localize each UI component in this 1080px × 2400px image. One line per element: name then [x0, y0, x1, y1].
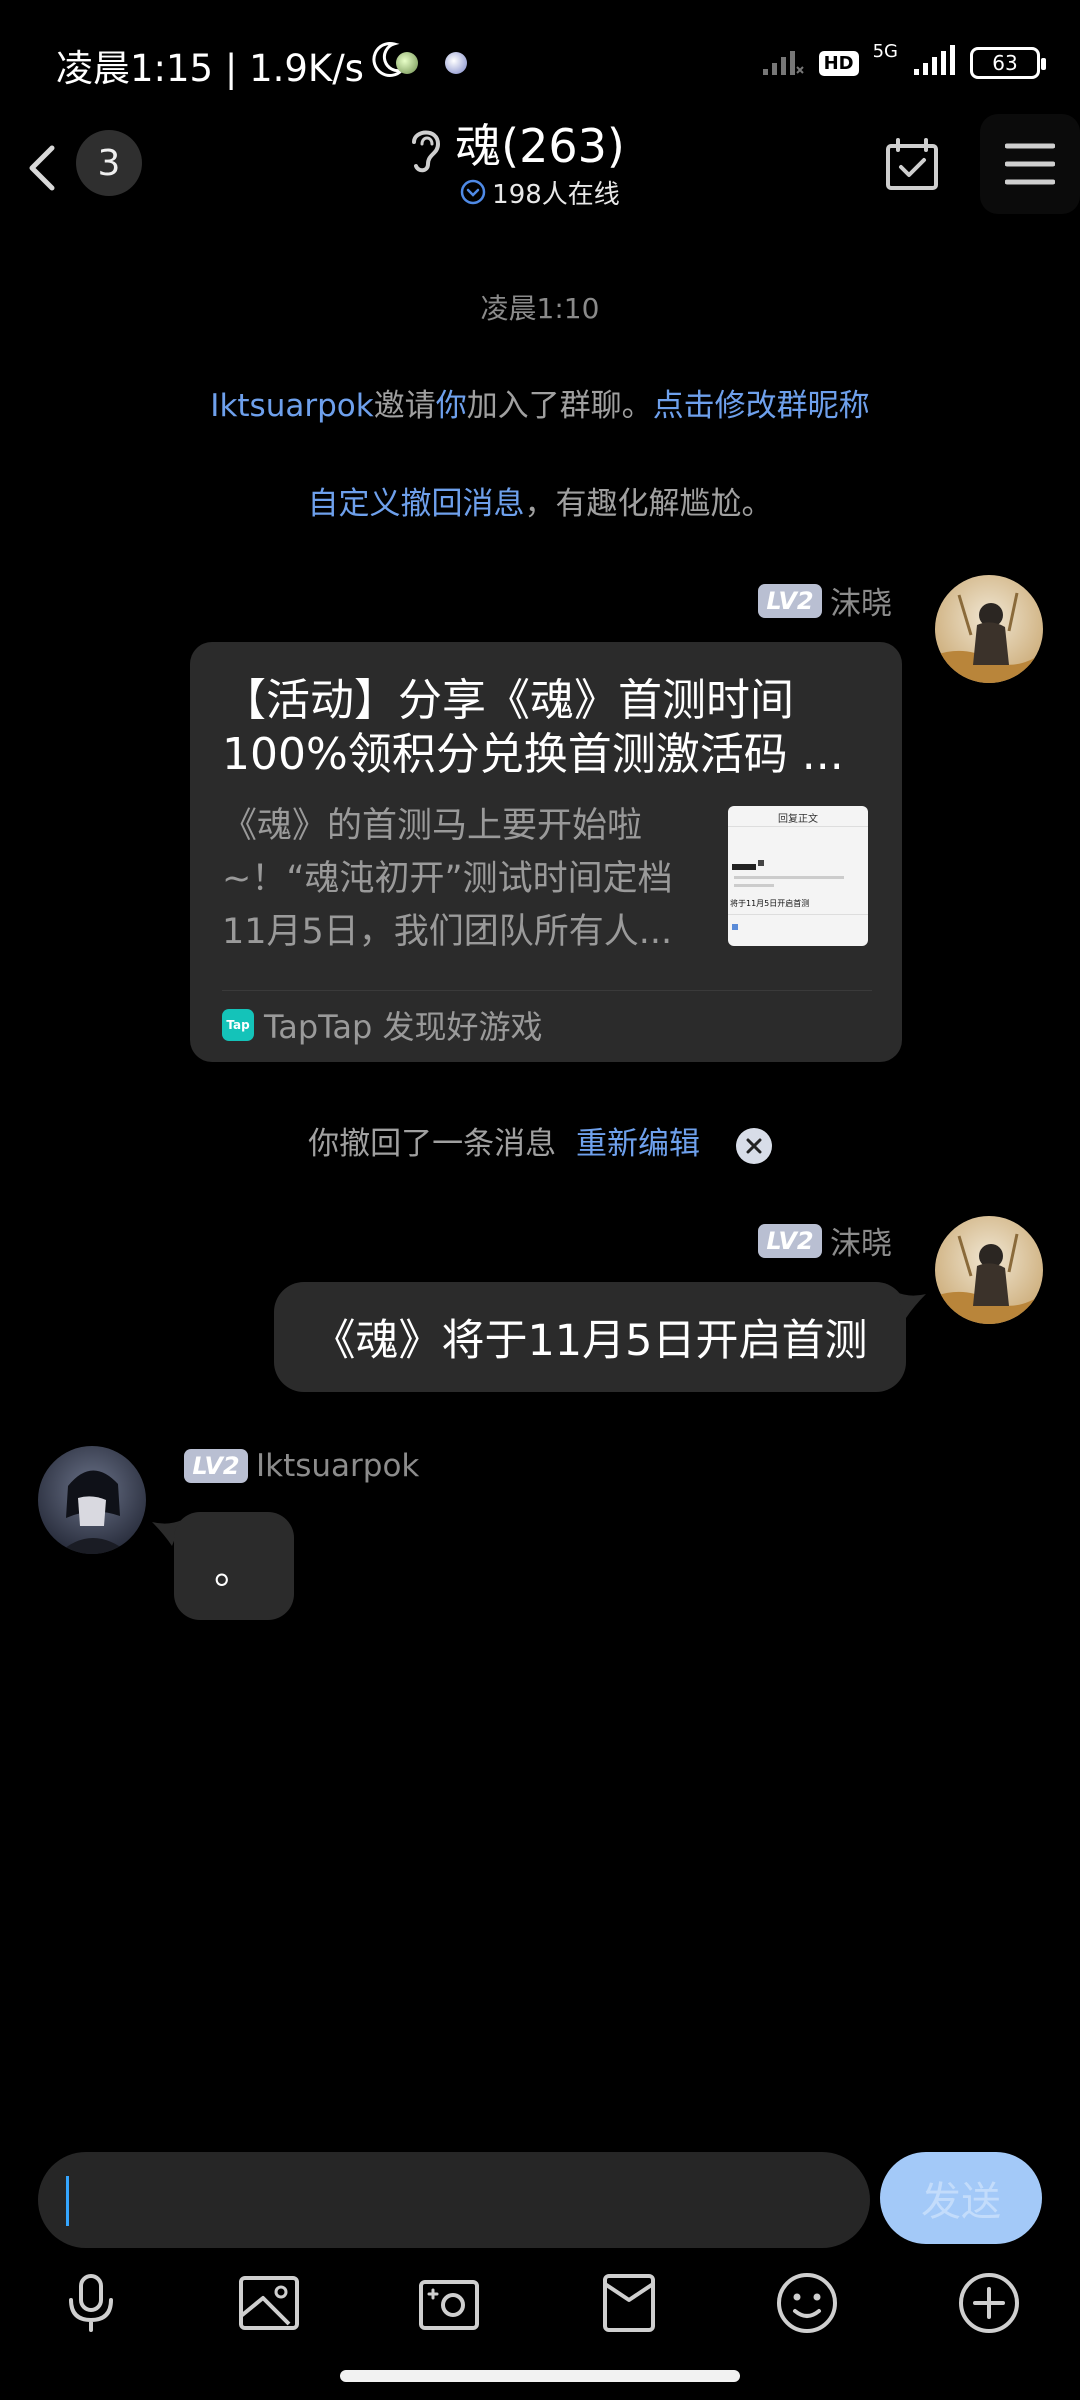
message-bubble[interactable]: 。	[174, 1512, 294, 1620]
voice-button[interactable]	[56, 2268, 126, 2338]
system-invite-message: Iktsuarpok邀请你加入了群聊。点击修改群昵称	[210, 388, 870, 424]
recall-notice: 你撤回了一条消息 重新编辑	[0, 1118, 1080, 1164]
plus-icon	[959, 2273, 1019, 2333]
level-badge: LV2	[758, 1223, 822, 1258]
red-packet-icon	[603, 2274, 655, 2332]
hd-badge: HD	[818, 50, 859, 76]
recall-text: 你撤回了一条消息	[308, 1126, 557, 1162]
network-speed: 1.9K/s	[249, 47, 364, 90]
camera-icon	[419, 2280, 479, 2330]
avatar[interactable]	[935, 1216, 1043, 1324]
card-source: Tap TapTap 发现好游戏	[222, 1002, 543, 1048]
home-indicator[interactable]	[340, 2370, 740, 2382]
shared-link-card[interactable]: 【活动】分享《魂》首测时间100%领积分兑换首测激活码 ... 《魂》的首测马上…	[190, 642, 902, 1062]
text-caret	[66, 2176, 69, 2226]
message-text: 。	[214, 1547, 254, 1593]
battery-indicator: 63	[970, 47, 1046, 79]
card-source-label: TapTap 发现好游戏	[264, 1008, 543, 1046]
close-icon[interactable]	[735, 1127, 772, 1164]
message-timestamp: 凌晨1:10	[480, 292, 600, 325]
avatar[interactable]	[38, 1446, 146, 1554]
calendar-check-icon	[886, 138, 938, 190]
level-badge: LV2	[184, 1449, 248, 1483]
system-tip-message: 自定义撤回消息，有趣化解尴尬。	[307, 486, 773, 522]
thumbnail-line: 将于11月5日开启首测	[730, 899, 810, 908]
mic-icon	[69, 2274, 113, 2332]
card-title: 【活动】分享《魂》首测时间100%领积分兑换首测激活码 ...	[222, 675, 844, 780]
signal-weak-icon	[761, 45, 805, 81]
card-divider	[222, 990, 872, 991]
re-edit-link[interactable]: 重新编辑	[576, 1126, 700, 1162]
message-text: 《魂》将于11月5日开启首测	[312, 1316, 868, 1366]
card-thumbnail: 回复正文 将于11月5日开启首测	[728, 806, 868, 946]
avatar[interactable]	[935, 575, 1043, 683]
custom-recall-link[interactable]: 自定义撤回消息	[308, 486, 525, 522]
taptap-logo-icon: Tap	[222, 1009, 254, 1041]
bubble-tail	[896, 1292, 926, 1318]
sender-name: 沫晓	[830, 586, 892, 622]
signal-icon	[912, 45, 956, 81]
sender-info: LV2 Iktsuarpok	[184, 1448, 419, 1484]
red-packet-button[interactable]	[594, 2268, 664, 2338]
page-title[interactable]: 魂(263)	[455, 110, 625, 176]
chevron-down-icon	[460, 179, 486, 212]
emoji-button[interactable]	[772, 2268, 842, 2338]
battery-level: 63	[992, 51, 1018, 75]
status-right-icons: HD 5G 63	[761, 40, 1046, 86]
status-time-speed: 凌晨1:15 | 1.9K/s	[56, 47, 364, 90]
image-button[interactable]	[234, 2268, 304, 2338]
app-notification-icon-2	[445, 52, 467, 74]
calendar-button[interactable]	[884, 136, 940, 192]
you-link[interactable]: 你	[436, 388, 467, 424]
inviter-link[interactable]: Iktsuarpok	[210, 388, 373, 424]
level-badge: LV2	[758, 583, 822, 618]
online-count-text: 198人在线	[492, 180, 620, 210]
edit-nickname-link[interactable]: 点击修改群昵称	[653, 388, 870, 424]
input-toolbar	[0, 2260, 1080, 2340]
sender-info: LV2 沫晓	[758, 1218, 892, 1263]
sender-name: Iktsuarpok	[256, 1448, 420, 1484]
image-icon	[239, 2276, 299, 2330]
send-button[interactable]: 发送	[880, 2152, 1042, 2244]
chat-header: 3 魂(263) 198人在线	[0, 100, 1080, 230]
menu-button[interactable]	[980, 114, 1080, 214]
menu-icon	[1005, 143, 1055, 185]
card-description: 《魂》的首测马上要开始啦~！“魂沌初开”测试时间定档11月5日，我们团队所有人.…	[222, 806, 673, 952]
message-bubble[interactable]: 《魂》将于11月5日开启首测	[274, 1282, 906, 1392]
app-notification-icon	[396, 52, 418, 74]
sender-info: LV2 沫晓	[758, 578, 892, 623]
emoji-icon	[777, 2273, 837, 2333]
camera-button[interactable]	[414, 2268, 484, 2338]
network-type: 5G	[872, 40, 898, 62]
more-button[interactable]	[954, 2268, 1024, 2338]
thumbnail-heading: 回复正文	[778, 814, 818, 825]
message-input[interactable]	[38, 2152, 870, 2248]
sender-name: 沫晓	[830, 1226, 892, 1262]
status-time: 凌晨1:15	[56, 47, 214, 90]
